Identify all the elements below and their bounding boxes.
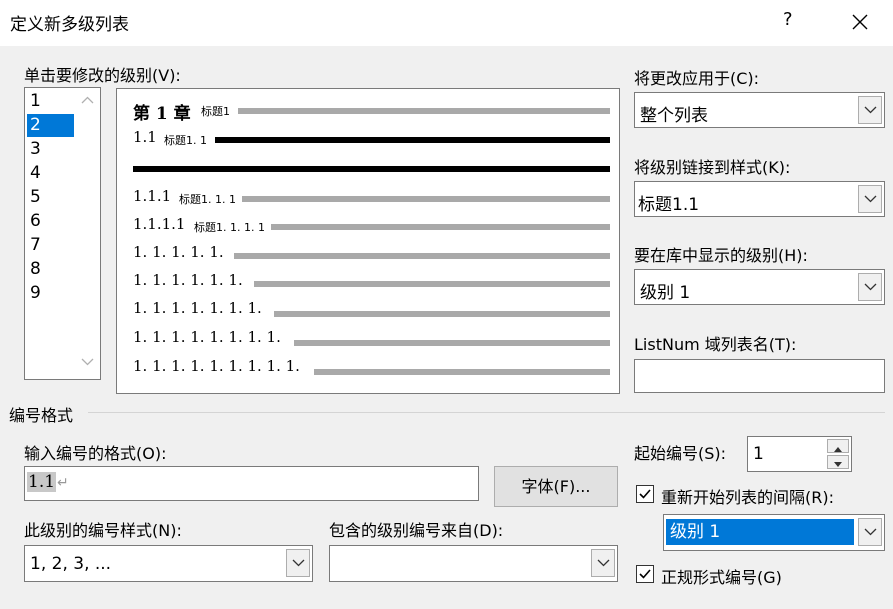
preview-row-prefix: 第 1 章	[133, 104, 191, 124]
link-style-dropdown-button[interactable]	[858, 185, 882, 213]
gallery-level-value: 级别 1	[640, 283, 691, 303]
preview-line-current	[133, 166, 610, 172]
number-format-value: 1.1	[27, 472, 57, 492]
preview-line	[234, 253, 610, 259]
close-icon	[852, 14, 868, 30]
spin-down-button[interactable]	[827, 455, 849, 469]
start-at-label: 起始编号(S):	[634, 444, 727, 463]
chevron-down-icon	[864, 283, 877, 291]
restart-level-value: 级别 1	[666, 519, 854, 545]
preview-row-text: 标题1. 1. 1. 1	[194, 221, 265, 234]
level-list-item[interactable]: 1	[27, 90, 74, 113]
preview-row-prefix: 1. 1. 1. 1. 1. 1. 1. 1.	[133, 328, 281, 346]
listnum-field[interactable]	[634, 359, 885, 393]
preview-row-prefix: 1. 1. 1. 1. 1. 1. 1. 1. 1.	[133, 357, 300, 375]
preview-line	[254, 281, 610, 287]
restart-label: 重新开始列表的间隔(R):	[661, 488, 834, 507]
listnum-label: ListNum 域列表名(T):	[634, 335, 797, 354]
spin-up-button[interactable]	[827, 439, 849, 453]
restart-level-dropdown-button[interactable]	[858, 518, 882, 546]
gallery-level-label: 要在库中显示的级别(H):	[634, 246, 808, 265]
level-list-item[interactable]: 6	[27, 210, 74, 233]
level-preview: 第 1 章 标题1 1.1 标题1. 1 1.1.1 标题1. 1. 1 1.1…	[116, 88, 620, 394]
preview-row-prefix: 1.1.1.1	[133, 215, 186, 233]
preview-row-prefix: 1.1.1	[133, 187, 172, 205]
level-list-item[interactable]: 5	[27, 186, 74, 209]
apply-to-label: 将更改应用于(C):	[634, 69, 760, 88]
preview-line-current	[215, 137, 610, 143]
chevron-down-icon[interactable]	[81, 358, 94, 366]
dialog-title: 定义新多级列表	[10, 15, 129, 35]
title-bar	[0, 0, 893, 46]
include-from-dropdown-button[interactable]	[591, 549, 615, 577]
preview-row-prefix: 1.1	[133, 128, 157, 146]
preview-row-prefix: 1. 1. 1. 1. 1.	[133, 243, 224, 261]
link-style-value: 标题1.1	[638, 195, 700, 215]
level-list-item[interactable]: 8	[27, 258, 74, 281]
chevron-down-icon	[292, 559, 305, 567]
chevron-down-icon	[864, 195, 877, 203]
include-from-label: 包含的级别编号来自(D):	[329, 521, 504, 540]
preview-row-text: 标题1. 1. 1	[179, 193, 236, 206]
preview-line	[238, 108, 610, 114]
number-style-select[interactable]: 1, 2, 3, ...	[24, 545, 313, 582]
number-style-value: 1, 2, 3, ...	[30, 554, 112, 574]
gallery-level-select[interactable]: 级别 1	[634, 269, 885, 305]
preview-row-text: 标题1. 1	[164, 134, 207, 147]
paragraph-mark: ↵	[57, 475, 69, 491]
apply-to-select[interactable]: 整个列表	[634, 92, 885, 128]
number-format-input[interactable]: 1.1 ↵	[24, 466, 479, 501]
preview-line	[294, 340, 610, 346]
level-list-item[interactable]: 2	[27, 114, 74, 137]
preview-row-text: 标题1	[201, 105, 230, 118]
start-at-spinner[interactable]: 1	[747, 436, 852, 472]
apply-to-dropdown-button[interactable]	[858, 96, 882, 124]
level-list-item[interactable]: 7	[27, 234, 74, 257]
include-from-select[interactable]	[329, 545, 618, 582]
restart-level-select[interactable]: 级别 1	[663, 514, 885, 551]
preview-row-prefix: 1. 1. 1. 1. 1. 1.	[133, 271, 243, 289]
font-button[interactable]: 字体(F)...	[494, 466, 618, 507]
preview-line	[242, 196, 610, 202]
link-style-select[interactable]: 标题1.1	[634, 181, 885, 217]
section-divider	[88, 412, 885, 413]
number-style-dropdown-button[interactable]	[286, 549, 310, 577]
chevron-down-icon	[597, 559, 610, 567]
gallery-level-dropdown-button[interactable]	[858, 273, 882, 301]
number-format-heading: 编号格式	[9, 406, 74, 425]
level-list-item[interactable]: 4	[27, 162, 74, 185]
preview-line	[271, 224, 610, 230]
chevron-up-icon[interactable]	[81, 96, 94, 104]
level-list-item[interactable]: 3	[27, 138, 74, 161]
chevron-down-icon	[864, 528, 877, 536]
preview-line	[274, 311, 610, 317]
level-list-label: 单击要修改的级别(V):	[24, 66, 181, 85]
level-list-scrollbar[interactable]	[75, 88, 100, 379]
checkmark-icon	[639, 489, 651, 499]
link-style-label: 将级别链接到样式(K):	[634, 158, 791, 177]
level-list-item[interactable]: 9	[27, 282, 74, 305]
close-button[interactable]	[843, 4, 877, 40]
restart-checkbox[interactable]	[636, 485, 654, 503]
enter-format-label: 输入编号的格式(O):	[24, 444, 167, 463]
help-button[interactable]: ?	[783, 9, 793, 30]
triangle-up-icon	[834, 447, 842, 452]
legal-numbering-checkbox[interactable]	[636, 565, 654, 583]
start-at-value: 1	[753, 444, 764, 464]
level-list[interactable]: 123456789	[24, 87, 101, 380]
apply-to-value: 整个列表	[640, 106, 708, 126]
chevron-down-icon	[864, 106, 877, 114]
triangle-down-icon	[834, 462, 842, 467]
number-style-label: 此级别的编号样式(N):	[24, 521, 182, 540]
preview-line	[314, 369, 610, 375]
checkmark-icon	[639, 569, 651, 579]
legal-numbering-label: 正规形式编号(G)	[661, 568, 782, 587]
preview-row-prefix: 1. 1. 1. 1. 1. 1. 1.	[133, 299, 262, 317]
